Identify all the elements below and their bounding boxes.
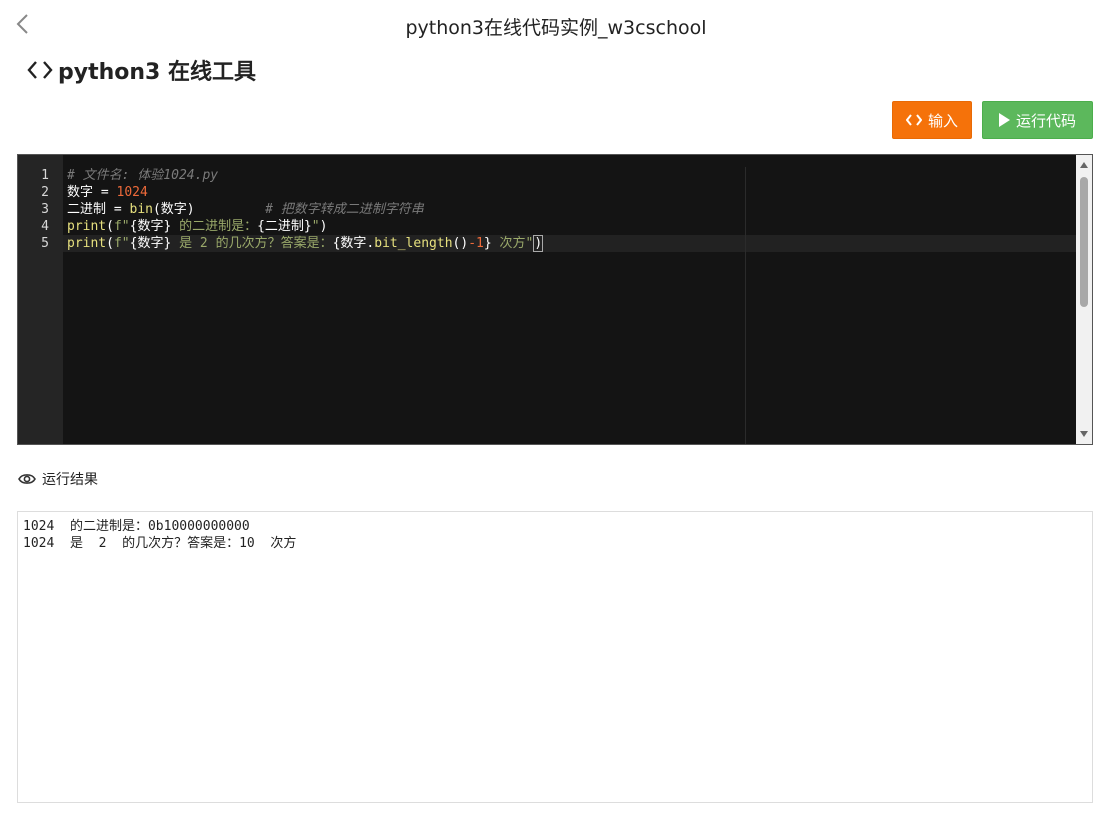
result-label: 运行结果 (42, 472, 98, 488)
code-fstring-expr: {数字} (129, 219, 172, 234)
run-button-label: 运行代码 (1015, 111, 1076, 130)
code-function: print (67, 236, 107, 251)
code-string: 次方" (491, 236, 534, 251)
code-args: (数字) (152, 202, 195, 217)
line-number: 2 (41, 185, 49, 200)
line-number: 1 (41, 168, 49, 183)
code-line-5: print(f"{数字} 是 2 的几次方？答案是：{数字.bit_length… (67, 235, 544, 252)
code-number: 1024 (116, 185, 148, 200)
code-identifier: 二进制 (67, 202, 107, 217)
page-title: python3 在线工具 (58, 60, 257, 85)
code-string: " (311, 219, 320, 234)
print-margin (745, 167, 746, 444)
code-brackets-icon (905, 114, 922, 126)
code-fstring-expr: {数字} (129, 236, 172, 251)
code-paren: ( (106, 236, 114, 251)
code-brackets-icon (27, 61, 53, 79)
code-line-3: 二进制 = bin(数字) # 把数字转成二进制字符串 (67, 201, 424, 218)
code-fstring-expr: {数字. (332, 236, 375, 251)
code-comment: # 把数字转成二进制字符串 (265, 202, 424, 217)
line-number: 4 (41, 219, 49, 234)
tool-header: python3 在线工具 (26, 55, 256, 85)
code-function: bin (129, 202, 153, 217)
run-code-button[interactable]: 运行代码 (982, 101, 1093, 139)
result-header: 运行结果 (18, 469, 98, 489)
line-number-gutter: 1 2 3 4 5 (18, 155, 63, 444)
code-area[interactable]: # 文件名: 体验1024.py 数字 = 1024 二进制 = bin(数字)… (63, 155, 1076, 444)
scrollbar-thumb[interactable] (1080, 177, 1088, 307)
code-fstring-expr: {二进制} (257, 219, 312, 234)
eye-icon (18, 474, 36, 484)
input-button-label: 输入 (927, 111, 958, 130)
code-paren: ) (319, 219, 328, 234)
code-string: f" (113, 219, 130, 234)
code-function: print (67, 219, 107, 234)
code-string: 是 2 的几次方？答案是： (171, 236, 333, 251)
code-operator: = (106, 202, 130, 217)
code-method: bit_length (374, 236, 453, 251)
code-string: f" (113, 236, 130, 251)
code-operator: - (468, 236, 477, 251)
line-number: 3 (41, 202, 49, 217)
top-bar: python3在线代码实例_w3cschool (0, 0, 1112, 50)
play-icon (998, 113, 1010, 127)
line-number: 5 (41, 236, 49, 251)
code-editor[interactable]: 1 2 3 4 5 # 文件名: 体验1024.py 数字 = 1024 二进制… (17, 154, 1093, 445)
editor-scrollbar[interactable] (1076, 155, 1092, 444)
code-line-1: # 文件名: 体验1024.py (67, 167, 218, 184)
input-button[interactable]: 输入 (892, 101, 972, 139)
output-panel: 1024 的二进制是：0b10000000000 1024 是 2 的几次方？答… (17, 511, 1093, 803)
code-fstring-expr: } (483, 236, 492, 251)
code-number: 1 (476, 236, 484, 251)
output-line: 1024 的二进制是：0b10000000000 (23, 519, 250, 534)
window-title: python3在线代码实例_w3cschool (405, 17, 707, 39)
code-paren-matched: ) (533, 235, 544, 252)
code-comment: # 文件名: 体验1024.py (67, 168, 219, 183)
code-line-4: print(f"{数字} 的二进制是：{二进制}") (67, 218, 327, 235)
code-identifier: 数字 (67, 185, 94, 200)
code-paren: () (452, 236, 469, 251)
code-paren: ( (106, 219, 114, 234)
scroll-down-arrow-icon[interactable] (1076, 426, 1092, 442)
scroll-up-arrow-icon[interactable] (1076, 157, 1092, 173)
output-line: 1024 是 2 的几次方？答案是：10 次方 (23, 536, 297, 551)
code-string: 的二进制是： (171, 219, 258, 234)
code-line-2: 数字 = 1024 (67, 184, 148, 201)
code-operator: = (93, 185, 117, 200)
